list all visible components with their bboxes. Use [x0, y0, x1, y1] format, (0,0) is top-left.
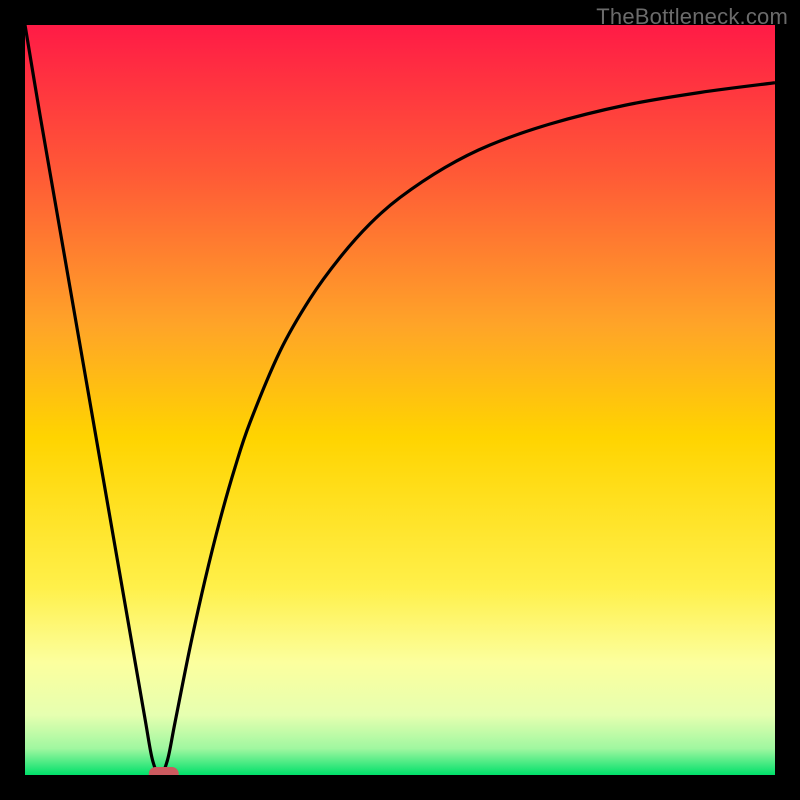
- chart-frame: [25, 25, 775, 775]
- chart-svg: [25, 25, 775, 775]
- gradient-background: [25, 25, 775, 775]
- watermark-text: TheBottleneck.com: [596, 4, 788, 30]
- optimal-marker: [149, 767, 179, 775]
